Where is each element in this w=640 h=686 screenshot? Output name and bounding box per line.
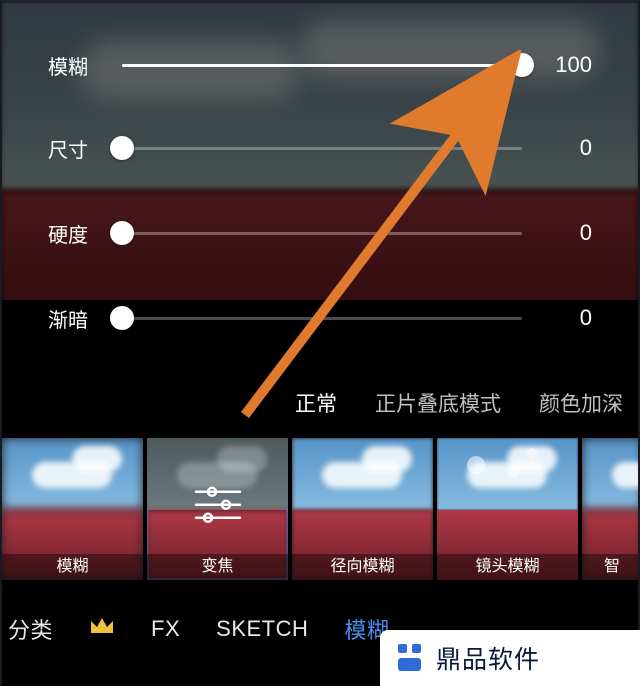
watermark-logo-icon bbox=[392, 640, 428, 676]
crown-icon[interactable] bbox=[89, 615, 115, 643]
sliders-icon bbox=[192, 484, 244, 526]
bottom-tab-0[interactable]: 分类 bbox=[8, 613, 53, 645]
effect-thumb-3[interactable]: 镜头模糊 bbox=[437, 438, 578, 580]
slider-track[interactable] bbox=[122, 128, 522, 168]
slider-3[interactable]: 渐暗 0 bbox=[48, 298, 592, 338]
effect-label: 模糊 bbox=[2, 554, 143, 580]
slider-0[interactable]: 模糊 100 bbox=[48, 45, 592, 85]
slider-value: 0 bbox=[534, 305, 592, 331]
slider-track[interactable] bbox=[122, 45, 522, 85]
slider-label: 硬度 bbox=[48, 219, 110, 248]
effect-thumb-2[interactable]: 径向模糊 bbox=[292, 438, 433, 580]
effect-thumb-0[interactable]: 模糊 bbox=[2, 438, 143, 580]
slider-value: 0 bbox=[534, 220, 592, 246]
bottom-tab-3[interactable]: SKETCH bbox=[216, 616, 308, 642]
watermark-text: 鼎品软件 bbox=[436, 640, 540, 676]
effect-thumb-1[interactable]: 变焦 bbox=[147, 438, 288, 580]
frame-border bbox=[0, 0, 640, 3]
slider-2[interactable]: 硬度 0 bbox=[48, 213, 592, 253]
slider-thumb[interactable] bbox=[110, 306, 134, 330]
effect-label: 变焦 bbox=[147, 554, 288, 580]
slider-1[interactable]: 尺寸 0 bbox=[48, 128, 592, 168]
effect-label: 镜头模糊 bbox=[437, 554, 578, 580]
slider-thumb[interactable] bbox=[110, 221, 134, 245]
frame-border bbox=[0, 0, 2, 686]
slider-thumb[interactable] bbox=[110, 136, 134, 160]
slider-label: 尺寸 bbox=[48, 134, 110, 163]
watermark: 鼎品软件 bbox=[380, 630, 640, 686]
slider-value: 0 bbox=[534, 135, 592, 161]
blend-mode-0[interactable]: 正常 bbox=[295, 388, 337, 418]
slider-thumb[interactable] bbox=[510, 53, 534, 77]
slider-track[interactable] bbox=[122, 213, 522, 253]
slider-label: 模糊 bbox=[48, 51, 110, 80]
effect-label: 径向模糊 bbox=[292, 554, 433, 580]
slider-value: 100 bbox=[534, 52, 592, 78]
slider-track[interactable] bbox=[122, 298, 522, 338]
slider-label: 渐暗 bbox=[48, 304, 110, 333]
effect-thumbnails: 模糊变焦径向模糊镜头模糊智 bbox=[0, 438, 640, 580]
bottom-tab-2[interactable]: FX bbox=[151, 616, 180, 642]
blend-mode-1[interactable]: 正片叠底模式 bbox=[375, 388, 501, 418]
blend-mode-2[interactable]: 颜色加深 bbox=[539, 388, 623, 418]
effect-label: 智 bbox=[582, 554, 640, 580]
adjust-panel: 模糊 100 尺寸 0 硬度 0 渐暗 0 bbox=[0, 0, 640, 360]
blend-mode-tabs: 正常 正片叠底模式 颜色加深 bbox=[0, 380, 640, 426]
effect-thumb-4[interactable]: 智 bbox=[582, 438, 640, 580]
